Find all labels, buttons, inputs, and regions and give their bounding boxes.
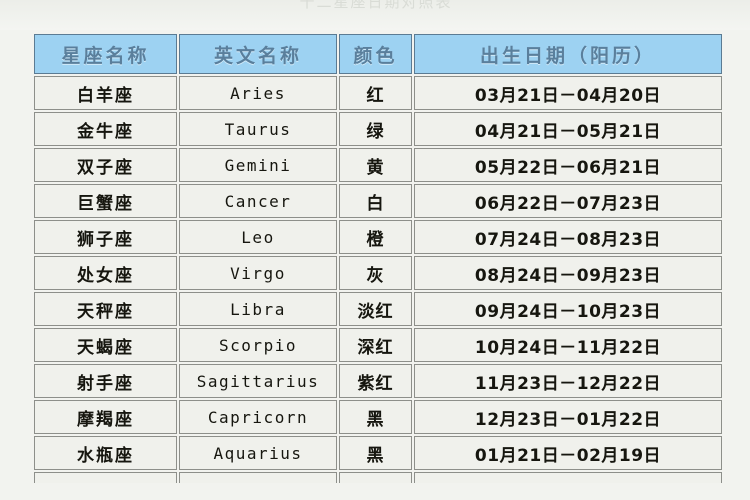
cell-english-name: Virgo [179,256,337,290]
cell-chinese-name: 双子座 [34,148,177,182]
cell-birth-date: 11月23日－12月22日 [414,364,722,398]
table-row: 白羊座 Aries 红 03月21日－04月20日 [34,76,722,110]
cell-chinese-name: 狮子座 [34,220,177,254]
cell-english-name: Sagittarius [179,364,337,398]
cell-color [339,472,412,483]
cell-birth-date: 01月21日－02月19日 [414,436,722,470]
cell-chinese-name: 天蝎座 [34,328,177,362]
table-row: 狮子座 Leo 橙 07月24日－08月23日 [34,220,722,254]
clipped-page-title: 十二星座日期对照表 [299,0,453,11]
cell-birth-date: 03月21日－04月20日 [414,76,722,110]
table-row: 巨蟹座 Cancer 白 06月22日－07月23日 [34,184,722,218]
cell-chinese-name: 摩羯座 [34,400,177,434]
cell-color: 黑 [339,436,412,470]
cell-chinese-name: 白羊座 [34,76,177,110]
cell-color: 橙 [339,220,412,254]
table-row: 双子座 Gemini 黄 05月22日－06月21日 [34,148,722,182]
zodiac-table-container: 星座名称 英文名称 颜色 出生日期（阳历） 白羊座 Aries 红 03月21日… [32,32,722,485]
zodiac-reference-table: 星座名称 英文名称 颜色 出生日期（阳历） 白羊座 Aries 红 03月21日… [32,32,724,485]
cell-english-name: Cancer [179,184,337,218]
cell-birth-date: 10月24日－11月22日 [414,328,722,362]
cell-english-name: Libra [179,292,337,326]
cell-birth-date: 04月21日－05月21日 [414,112,722,146]
column-header-birth-date: 出生日期（阳历） [414,34,722,74]
cell-color: 白 [339,184,412,218]
cell-chinese-name: 巨蟹座 [34,184,177,218]
clipped-title-strip: 十二星座日期对照表 [0,0,750,30]
cell-color: 黄 [339,148,412,182]
cell-color: 红 [339,76,412,110]
column-header-english-name: 英文名称 [179,34,337,74]
cell-color: 紫红 [339,364,412,398]
cell-chinese-name: 处女座 [34,256,177,290]
table-row: 处女座 Virgo 灰 08月24日－09月23日 [34,256,722,290]
table-row: 摩羯座 Capricorn 黑 12月23日－01月22日 [34,400,722,434]
cell-birth-date [414,472,722,483]
cell-birth-date: 05月22日－06月21日 [414,148,722,182]
cell-color: 深红 [339,328,412,362]
column-header-color: 颜色 [339,34,412,74]
cell-english-name [179,472,337,483]
cell-chinese-name: 金牛座 [34,112,177,146]
cell-chinese-name: 天秤座 [34,292,177,326]
cell-birth-date: 09月24日－10月23日 [414,292,722,326]
cell-chinese-name: 水瓶座 [34,436,177,470]
cell-birth-date: 07月24日－08月23日 [414,220,722,254]
cell-birth-date: 12月23日－01月22日 [414,400,722,434]
cell-color: 淡红 [339,292,412,326]
cell-birth-date: 06月22日－07月23日 [414,184,722,218]
cell-english-name: Gemini [179,148,337,182]
cell-english-name: Aries [179,76,337,110]
cell-birth-date: 08月24日－09月23日 [414,256,722,290]
table-body: 白羊座 Aries 红 03月21日－04月20日 金牛座 Taurus 绿 0… [34,76,722,483]
cell-english-name: Aquarius [179,436,337,470]
column-header-chinese-name: 星座名称 [34,34,177,74]
cell-english-name: Capricorn [179,400,337,434]
table-header-row: 星座名称 英文名称 颜色 出生日期（阳历） [34,34,722,74]
cell-english-name: Taurus [179,112,337,146]
table-row: 水瓶座 Aquarius 黑 01月21日－02月19日 [34,436,722,470]
cell-english-name: Leo [179,220,337,254]
table-row: 天秤座 Libra 淡红 09月24日－10月23日 [34,292,722,326]
table-row: 射手座 Sagittarius 紫红 11月23日－12月22日 [34,364,722,398]
table-row-clipped [34,472,722,483]
cell-color: 黑 [339,400,412,434]
cell-english-name: Scorpio [179,328,337,362]
cell-color: 灰 [339,256,412,290]
cell-color: 绿 [339,112,412,146]
table-row: 天蝎座 Scorpio 深红 10月24日－11月22日 [34,328,722,362]
table-row: 金牛座 Taurus 绿 04月21日－05月21日 [34,112,722,146]
cell-chinese-name [34,472,177,483]
cell-chinese-name: 射手座 [34,364,177,398]
